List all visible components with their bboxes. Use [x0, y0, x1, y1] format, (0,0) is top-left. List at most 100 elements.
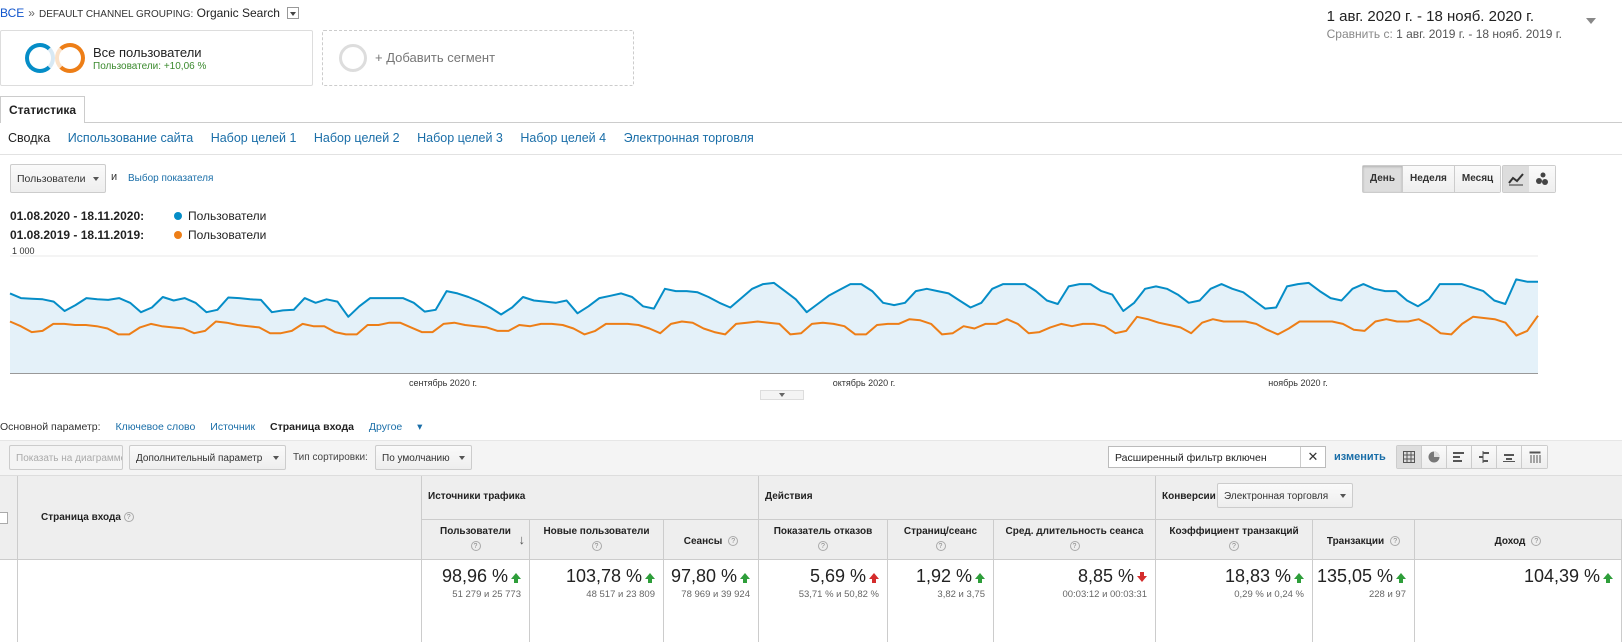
- conversion-type-select[interactable]: Электронная торговля: [1217, 483, 1353, 508]
- column-header[interactable]: Показатель отказов?: [759, 520, 888, 560]
- breadcrumb-all-link[interactable]: ВСЕ: [0, 6, 24, 20]
- help-icon[interactable]: ?: [728, 536, 739, 546]
- sort-type-select[interactable]: По умолчанию: [375, 445, 472, 470]
- arrow-up-icon: [1396, 573, 1406, 583]
- metric-comparison-values: 53,71 % и 50,82 %: [798, 589, 879, 600]
- sort-descending-icon[interactable]: ↓: [519, 532, 526, 547]
- arrow-up-icon: [869, 573, 879, 583]
- dimension-header[interactable]: Страница входа ?: [41, 512, 134, 523]
- arrow-up-icon: [740, 573, 750, 583]
- help-icon[interactable]: ?: [1531, 536, 1542, 546]
- column-header[interactable]: Доход?: [1415, 520, 1622, 560]
- dimension-column: Страница входа ?: [18, 476, 422, 642]
- metric-change-percent: 104,39 %: [1523, 566, 1600, 586]
- metric-value-cell: 5,69 % 53,71 % и 50,82 %: [759, 560, 888, 642]
- metric-value-cell: 135,05 % 228 и 97: [1313, 560, 1415, 642]
- subtab-site-usage[interactable]: Использование сайта: [68, 131, 194, 145]
- metric-value-cell: 8,85 % 00:03:12 и 00:03:31: [994, 560, 1156, 642]
- pie-view-icon[interactable]: [1422, 446, 1447, 468]
- legend-label: Пользователи: [188, 228, 267, 242]
- comparison-view-icon[interactable]: [1472, 446, 1497, 468]
- line-chart-icon[interactable]: [1503, 166, 1529, 192]
- y-tick-label: 1 000: [12, 246, 35, 256]
- group-actions: Действия: [759, 476, 1156, 520]
- x-tick-label: сентябрь 2020 г.: [409, 378, 477, 388]
- series-area: [10, 279, 1538, 373]
- arrow-up-icon: [645, 573, 655, 583]
- sort-type-label: Тип сортировки:: [293, 452, 368, 463]
- metric-value-cell: 104,39 %: [1415, 560, 1622, 642]
- subtab-goal-set-4[interactable]: Набор целей 4: [520, 131, 606, 145]
- metric-change-percent: 98,96 %: [441, 566, 508, 586]
- performance-view-icon[interactable]: [1447, 446, 1472, 468]
- metric-comparison-values: 228 и 97: [1368, 589, 1406, 600]
- column-header[interactable]: Новые пользователи?: [530, 520, 664, 560]
- date-range-picker[interactable]: 1 авг. 2020 г. - 18 нояб. 2020 г. Сравни…: [1327, 8, 1562, 41]
- subtab-summary[interactable]: Сводка: [8, 131, 50, 145]
- metric-value: 18,83 % 0,29 % и 0,24 %: [1225, 566, 1304, 600]
- metric-value-cell: 18,83 % 0,29 % и 0,24 %: [1156, 560, 1313, 642]
- chart-type-buttons: [1502, 165, 1556, 193]
- column-header[interactable]: Сред. длительность сеанса?: [994, 520, 1156, 560]
- column-header[interactable]: Пользователи? ↓: [422, 520, 530, 560]
- chevron-down-icon[interactable]: [287, 7, 300, 19]
- column-header-label: Доход: [1494, 536, 1526, 547]
- change-filter-link[interactable]: изменить: [1334, 451, 1386, 463]
- segment-all-users[interactable]: Все пользователи Пользователи: +10,06 %: [0, 30, 313, 86]
- day-button[interactable]: День: [1363, 166, 1403, 192]
- help-icon[interactable]: ?: [818, 541, 828, 551]
- date-range-dropdown-icon[interactable]: [1586, 18, 1596, 29]
- help-icon[interactable]: ?: [1229, 541, 1239, 551]
- metric-change-percent: 1,92 %: [915, 566, 972, 586]
- advanced-filter-field[interactable]: Расширенный фильтр включен: [1108, 446, 1326, 468]
- help-icon[interactable]: ?: [591, 541, 602, 551]
- help-icon[interactable]: ?: [1390, 536, 1401, 546]
- motion-chart-icon[interactable]: [1529, 166, 1555, 192]
- column-header-label: Пользователи: [440, 526, 511, 537]
- group-traffic-sources: Источники трафика: [422, 476, 759, 520]
- week-button[interactable]: Неделя: [1403, 166, 1455, 192]
- help-icon[interactable]: ?: [123, 512, 134, 522]
- legend-range: 01.08.2019 - 18.11.2019:: [10, 228, 145, 242]
- sub-tabs: Сводка Использование сайта Набор целей 1…: [8, 131, 768, 145]
- breadcrumb-separator: »: [28, 6, 35, 20]
- column-header[interactable]: Страниц/сеанс?: [888, 520, 994, 560]
- column-header[interactable]: Сеансы?: [664, 520, 759, 560]
- tab-statistics[interactable]: Статистика: [0, 96, 86, 123]
- subtab-goal-set-2[interactable]: Набор целей 2: [314, 131, 400, 145]
- dimension-landing-page[interactable]: Страница входа: [270, 421, 354, 433]
- select-metric-link[interactable]: Выбор показателя: [128, 173, 213, 184]
- metric-value: 98,96 % 51 279 и 25 773: [442, 566, 521, 600]
- subtab-ecommerce[interactable]: Электронная торговля: [624, 131, 754, 145]
- table-view-buttons: [1396, 445, 1548, 469]
- column-header[interactable]: Коэффициент транзакций?: [1156, 520, 1313, 560]
- chart-expander-handle[interactable]: [760, 390, 804, 400]
- dimension-source[interactable]: Источник: [210, 421, 255, 433]
- group-conversions-label: Конверсии: [1162, 491, 1216, 502]
- term-cloud-icon[interactable]: [1497, 446, 1522, 468]
- help-icon[interactable]: ?: [470, 541, 481, 551]
- plot-rows-button[interactable]: Показать на диаграмме: [9, 445, 123, 470]
- granularity-buttons: День Неделя Месяц: [1362, 165, 1502, 193]
- subtab-goal-set-3[interactable]: Набор целей 3: [417, 131, 503, 145]
- pivot-view-icon[interactable]: [1522, 446, 1547, 468]
- subtab-goal-set-1[interactable]: Набор целей 1: [211, 131, 297, 145]
- help-icon[interactable]: ?: [935, 541, 946, 551]
- dimension-other[interactable]: Другое ▾: [369, 421, 423, 433]
- secondary-dimension-select[interactable]: Дополнительный параметр: [129, 445, 286, 470]
- users-line-chart: 1 000500сентябрь 2020 г.октябрь 2020 г.н…: [9, 246, 1539, 388]
- help-icon[interactable]: ?: [1069, 541, 1080, 551]
- column-header[interactable]: Транзакции?: [1313, 520, 1415, 560]
- grid-view-icon[interactable]: [1397, 446, 1422, 468]
- arrow-up-icon: [511, 573, 521, 583]
- dimension-keyword[interactable]: Ключевое слово: [115, 421, 195, 433]
- breadcrumb-value: Organic Search: [196, 6, 280, 20]
- month-button[interactable]: Месяц: [1454, 166, 1501, 192]
- metric-select[interactable]: Пользователи: [10, 164, 106, 193]
- add-segment-button[interactable]: + Добавить сегмент: [322, 30, 634, 86]
- compare-range: 1 авг. 2019 г. - 18 нояб. 2019 г.: [1396, 27, 1562, 41]
- close-icon[interactable]: ✕: [1300, 447, 1325, 467]
- metric-comparison-values: 51 279 и 25 773: [452, 589, 521, 600]
- select-all-checkbox[interactable]: [0, 512, 8, 524]
- column-header-label: Показатель отказов: [773, 526, 873, 537]
